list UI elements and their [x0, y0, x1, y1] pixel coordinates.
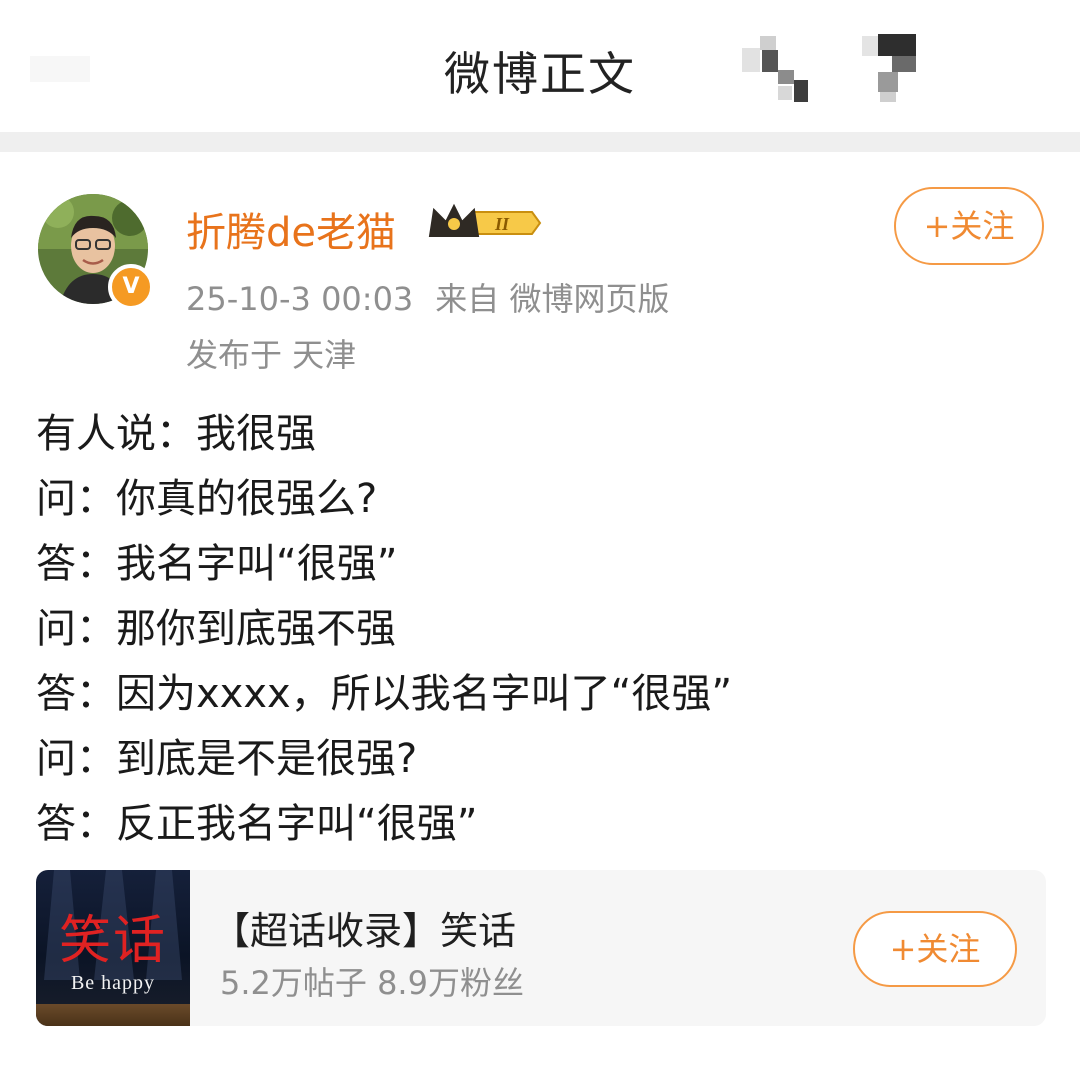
topic-title: 【超话收录】笑话: [212, 909, 517, 953]
thumbnail-title: 笑话: [58, 911, 167, 971]
post-line: 答：反正我名字叫“很强”: [36, 801, 478, 847]
topic-stats: 5.2万帖子 8.9万粉丝: [220, 964, 524, 1002]
post-line: 问：到底是不是很强?: [36, 736, 418, 782]
post-content: 有人说：我很强 问：你真的很强么? 答：我名字叫“很强” 问：那你到底强不强 答…: [36, 402, 732, 857]
post-line: 问：你真的很强么?: [36, 476, 378, 522]
post-source: 来自 微博网页版: [435, 280, 670, 318]
post-line: 答：因为xxxx，所以我名字叫了“很强”: [36, 671, 733, 717]
follow-topic-button[interactable]: +关注: [853, 911, 1017, 987]
author-name[interactable]: 折腾de老猫: [186, 200, 396, 258]
blurred-back-area: [30, 56, 90, 82]
header-divider: [0, 132, 1080, 152]
post-location: 发布于 天津: [186, 336, 357, 374]
post-line: 问：那你到底强不强: [36, 606, 396, 652]
post-meta: 25-10-3 00:03 来自 微博网页版: [186, 274, 669, 320]
post-line: 有人说：我很强: [36, 411, 316, 457]
stage-floor: [36, 1004, 190, 1026]
level-badge-text: II: [494, 214, 510, 234]
top-bar: 微博正文: [0, 0, 1080, 132]
more-icon[interactable]: [862, 32, 922, 104]
member-crown-icon[interactable]: II: [428, 202, 542, 244]
follow-author-button[interactable]: +关注: [894, 187, 1044, 265]
post-line: 答：我名字叫“很强”: [36, 541, 398, 587]
share-icon[interactable]: [738, 36, 812, 104]
thumbnail-subtitle: Be happy: [70, 972, 156, 994]
verified-badge: V: [108, 264, 154, 310]
post-timestamp: 25-10-3 00:03: [186, 280, 414, 318]
topic-thumbnail: 笑话 Be happy: [36, 870, 190, 1026]
